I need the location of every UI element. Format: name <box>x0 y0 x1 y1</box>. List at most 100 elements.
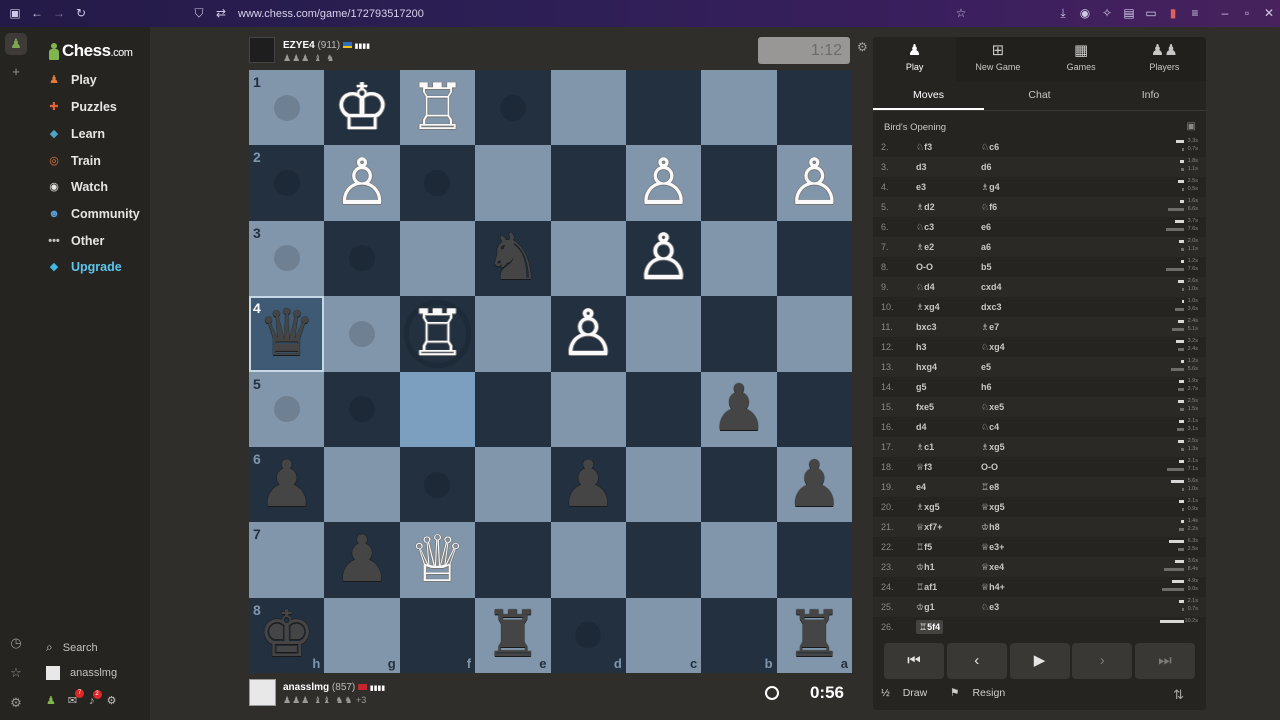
black-move[interactable]: dxc3 <box>981 302 1002 312</box>
board-square[interactable] <box>776 371 852 447</box>
board-square[interactable]: ♙ <box>776 145 852 221</box>
black-move[interactable]: a6 <box>981 242 991 252</box>
board-square[interactable]: 2 <box>249 145 325 221</box>
white-piece[interactable]: ♔ <box>333 72 390 144</box>
board-square[interactable] <box>475 371 551 447</box>
opponent-name[interactable]: EZYE4 (911) ▮▮▮▮ <box>283 40 370 51</box>
board-square[interactable] <box>625 371 702 447</box>
white-move[interactable]: O-O <box>916 262 933 272</box>
player-avatar[interactable] <box>249 679 276 706</box>
black-move[interactable]: ♗g4 <box>981 182 1000 193</box>
screenshot-icon[interactable]: ▭ <box>1140 0 1162 27</box>
board-square[interactable]: 8 h ♚ <box>249 597 325 673</box>
board-square[interactable] <box>701 446 777 523</box>
url-bar[interactable]: www.chess.com/game/172793517200 <box>238 8 424 20</box>
board-square[interactable] <box>550 70 626 146</box>
black-move[interactable]: ♕xe4 <box>981 562 1004 573</box>
white-move[interactable]: fxe5 <box>916 402 934 412</box>
tab-play[interactable]: ♟ Play <box>873 37 957 81</box>
white-move[interactable]: g5 <box>916 382 927 392</box>
chess-logo[interactable]: Chess .com <box>48 41 133 61</box>
board-square[interactable]: 1 <box>249 70 325 146</box>
legal-move-dot[interactable] <box>273 245 300 272</box>
nav-play[interactable]: ♟ Play <box>46 72 97 88</box>
legal-move-dot[interactable] <box>273 94 300 121</box>
resign-button[interactable]: ⚑ Resign <box>950 687 1015 699</box>
legal-move-dot[interactable] <box>349 320 376 347</box>
board-square[interactable] <box>701 522 777 598</box>
board-square[interactable] <box>475 522 551 598</box>
white-piece[interactable]: ♙ <box>635 222 692 294</box>
black-move[interactable]: ♘e3 <box>981 602 999 613</box>
nav-search[interactable]: ⌕ Search <box>46 640 98 655</box>
white-move[interactable]: ♖af1 <box>916 582 937 593</box>
board-square[interactable] <box>550 145 626 221</box>
tab-new-game[interactable]: ⊞ New Game <box>956 37 1039 81</box>
board-square[interactable] <box>550 371 626 447</box>
board-square[interactable] <box>701 70 777 146</box>
white-piece[interactable]: ♙ <box>635 147 692 219</box>
nav-upgrade[interactable]: ◆ Upgrade <box>46 259 122 275</box>
black-move[interactable]: ♘f6 <box>981 202 997 213</box>
white-piece[interactable]: ♖ <box>409 298 466 370</box>
black-move[interactable]: d6 <box>981 162 992 172</box>
subtab-moves[interactable]: Moves <box>873 81 984 110</box>
black-move[interactable]: ♗xg5 <box>981 442 1005 453</box>
board-square[interactable]: ♟ <box>324 522 400 598</box>
board-square[interactable] <box>550 220 626 297</box>
white-move[interactable]: ♘d4 <box>916 282 935 293</box>
forward-move-button[interactable]: › <box>1072 643 1133 679</box>
board-square[interactable]: e ♜ <box>475 597 551 673</box>
board-square[interactable] <box>399 145 476 221</box>
mail-icon[interactable]: ✉ 7 <box>68 689 85 707</box>
black-piece[interactable]: ♛ <box>258 298 315 370</box>
bookmark-star-icon[interactable]: ☆ <box>950 0 972 27</box>
legal-move-dot[interactable] <box>349 245 376 272</box>
black-move[interactable]: ♕h4+ <box>981 582 1005 593</box>
tab-players[interactable]: ♟♟ Players <box>1123 37 1206 81</box>
board-square[interactable] <box>475 446 551 523</box>
board-square[interactable]: 5 <box>249 371 325 447</box>
nav-train[interactable]: ◎ Train <box>46 153 101 169</box>
black-move[interactable]: ♘c4 <box>981 422 999 433</box>
board-square[interactable]: ♙ <box>324 145 400 221</box>
black-move[interactable]: ♘c6 <box>981 142 999 153</box>
white-move[interactable]: d4 <box>916 422 927 432</box>
permissions-icon[interactable]: ⇄ <box>210 0 232 27</box>
legal-move-dot[interactable] <box>273 170 300 197</box>
board-square[interactable]: g <box>324 597 400 673</box>
player-name[interactable]: anasslmg (857) ▮▮▮▮ <box>283 682 385 693</box>
black-piece[interactable]: ♟ <box>333 524 390 596</box>
white-move[interactable]: h3 <box>916 342 927 352</box>
black-piece[interactable]: ♚ <box>258 599 315 671</box>
nav-learn[interactable]: ◆ Learn <box>46 126 105 142</box>
white-move[interactable]: e4 <box>916 482 926 492</box>
account-icon[interactable]: ◉ <box>1074 0 1096 27</box>
chess-board[interactable]: 1 ♔ ♖ 2 ♙ ♙ ♙ 3 ♞ ♙ 4 ♛ ♖ ♙ 5 ♟ 6 ♟ ♟ ♟ 7 ♟ ♕ 8 h ♚ g f e ♜ d c b a ♜ <box>249 70 852 673</box>
white-move[interactable]: ♗c1 <box>916 442 934 453</box>
board-square[interactable]: 6 ♟ <box>249 446 325 523</box>
board-square[interactable]: ♙ <box>625 220 702 297</box>
white-move[interactable]: ♗xg5 <box>916 502 940 513</box>
board-square[interactable]: ♞ <box>475 220 551 297</box>
black-piece[interactable]: ♟ <box>786 449 843 521</box>
white-piece[interactable]: ♙ <box>333 147 390 219</box>
board-settings-icon[interactable]: ⚙ <box>857 40 868 54</box>
black-move[interactable]: O-O <box>981 462 998 472</box>
white-move[interactable]: ♘f3 <box>916 142 932 153</box>
first-move-button[interactable]: ⏮ <box>884 643 944 679</box>
board-square[interactable] <box>776 70 852 146</box>
board-square[interactable] <box>701 296 777 372</box>
nav-other[interactable]: ••• Other <box>46 233 104 249</box>
white-move[interactable]: d3 <box>916 162 927 172</box>
bell-icon[interactable]: ♪ 2 <box>89 689 102 707</box>
draw-button[interactable]: ½ Draw <box>881 687 937 699</box>
downloads-icon[interactable]: ⤓ <box>1052 0 1074 27</box>
black-move[interactable]: ♔h8 <box>981 522 1000 533</box>
nav-puzzles[interactable]: ✚ Puzzles <box>46 99 116 115</box>
legal-move-dot[interactable] <box>424 170 451 197</box>
board-square[interactable] <box>475 70 551 146</box>
board-square[interactable]: 7 <box>249 522 325 598</box>
black-piece[interactable]: ♞ <box>484 222 541 294</box>
legal-move-dot[interactable] <box>499 94 526 121</box>
